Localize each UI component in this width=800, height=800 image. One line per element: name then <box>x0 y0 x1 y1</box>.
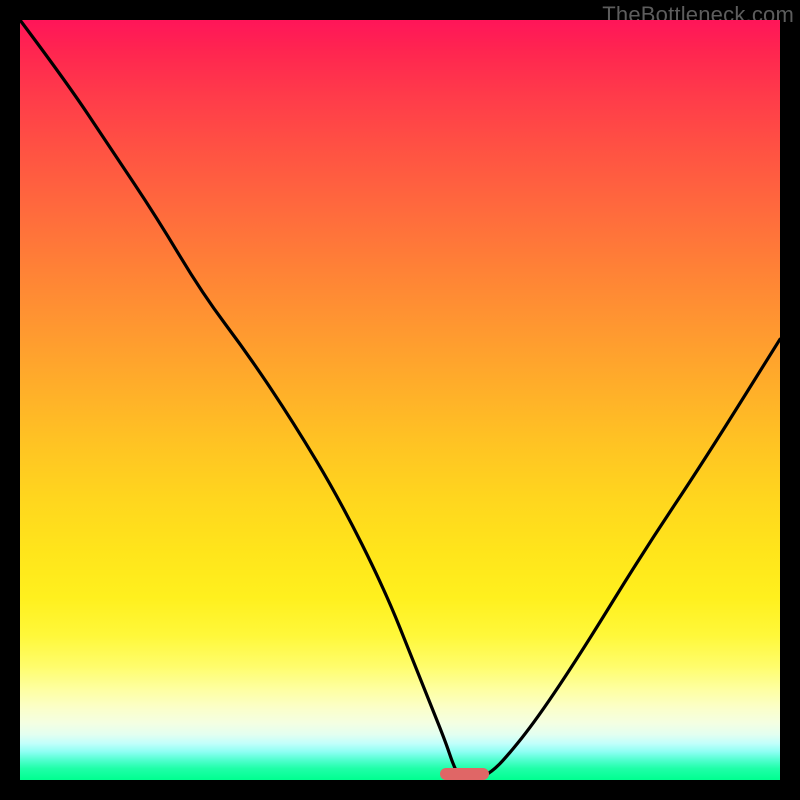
curve-path <box>20 20 780 780</box>
chart-frame: TheBottleneck.com <box>0 0 800 800</box>
optimal-marker <box>440 768 489 780</box>
bottleneck-curve <box>20 20 780 780</box>
plot-area <box>20 20 780 780</box>
